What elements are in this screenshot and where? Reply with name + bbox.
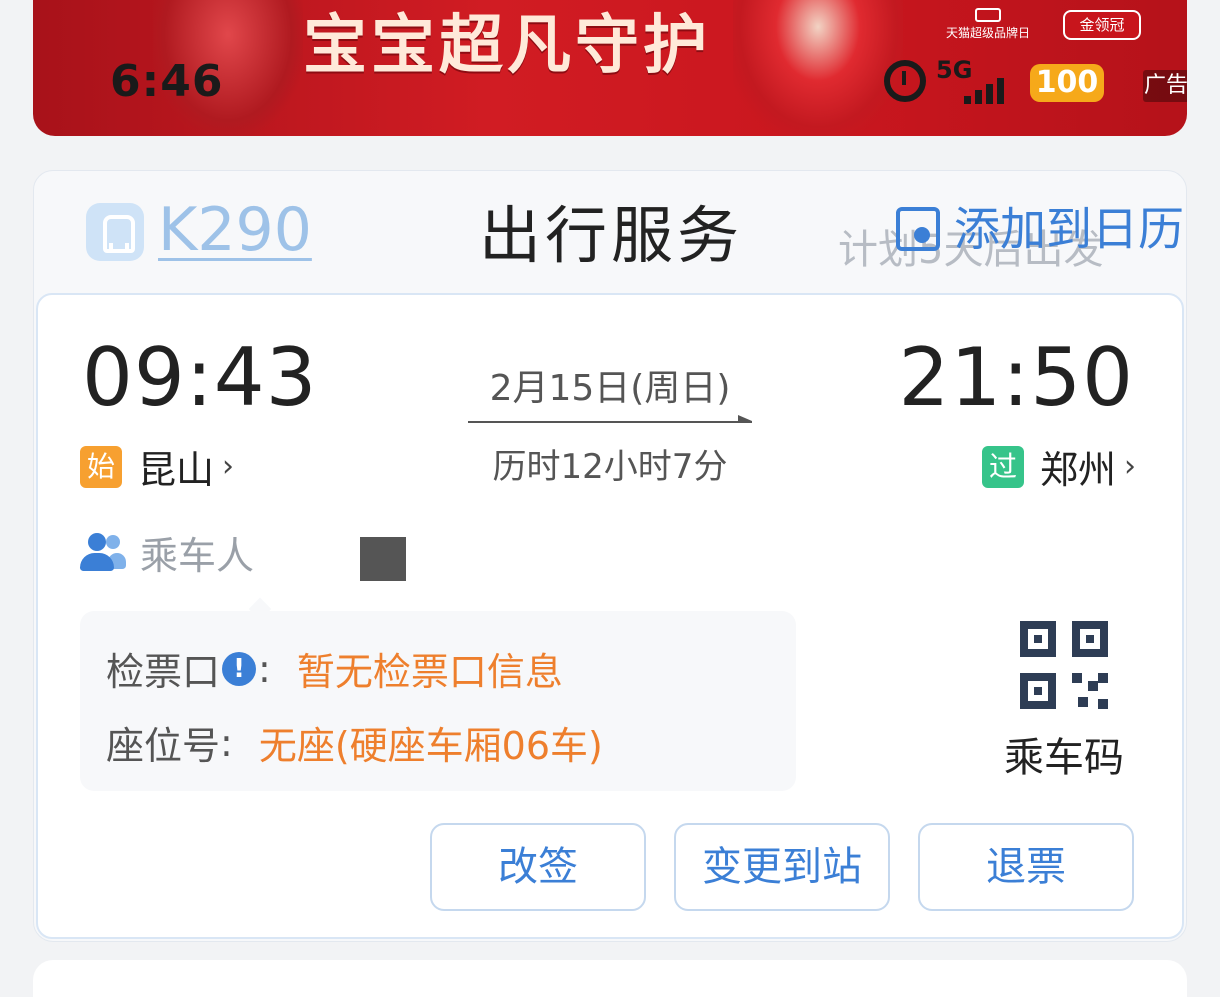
banner-figure-right bbox=[733, 0, 903, 136]
chevron-right-icon: › bbox=[1124, 449, 1136, 484]
seat-row: 座位号 : 无座(硬座车厢06车) bbox=[106, 715, 603, 770]
start-tag: 始 bbox=[80, 445, 122, 488]
banner-brand-jlg: 金领冠 bbox=[1063, 10, 1141, 40]
chevron-right-icon: › bbox=[222, 449, 235, 484]
boarding-code-button[interactable]: 乘车码 bbox=[996, 621, 1132, 783]
trip-date: 2月15日(周日) bbox=[489, 368, 731, 409]
alarm-icon bbox=[884, 60, 926, 102]
calendar-icon bbox=[896, 207, 940, 251]
change-ticket-button[interactable]: 改签 bbox=[430, 823, 646, 911]
add-to-calendar-label: 添加到日历 bbox=[954, 202, 1184, 256]
info-alert-icon[interactable]: ! bbox=[222, 651, 257, 686]
departure-station[interactable]: 始 昆山 › bbox=[80, 439, 234, 494]
tmall-logo-icon bbox=[975, 8, 1001, 22]
banner-brand-tmall: 天猫超级品牌日 bbox=[943, 8, 1033, 40]
arrival-time: 21:50 bbox=[898, 331, 1134, 424]
seat-value: 无座(硬座车厢06车) bbox=[258, 724, 603, 768]
banner-brand-tmall-text: 天猫超级品牌日 bbox=[945, 26, 1030, 40]
banner-slogan: 宝宝超凡守护 bbox=[303, 9, 711, 83]
trip-card-header: K290 出行服务 计划5天后出发 添加到日历 bbox=[34, 171, 1186, 293]
seat-label: 座位号 bbox=[106, 724, 221, 768]
redaction-block bbox=[360, 537, 406, 581]
qr-code-icon bbox=[1020, 621, 1108, 709]
trip-middle-info: 2月15日(周日) 历时12小时7分 bbox=[468, 359, 752, 488]
ad-tag[interactable]: 广告 bbox=[1143, 70, 1187, 102]
seat-colon: : bbox=[220, 720, 233, 765]
trip-card: K290 出行服务 计划5天后出发 添加到日历 09:43 21:50 2月15… bbox=[33, 170, 1187, 942]
gate-row: 检票口 ! : 暂无检票口信息 bbox=[106, 641, 563, 696]
trip-duration: 历时12小时7分 bbox=[492, 447, 728, 487]
gate-label: 检票口 bbox=[106, 650, 221, 694]
ticket-details-panel: 检票口 ! : 暂无检票口信息 座位号 : 无座(硬座车厢06车) bbox=[80, 611, 796, 791]
change-destination-button[interactable]: 变更到站 bbox=[674, 823, 890, 911]
passenger-row: 乘车人 bbox=[80, 525, 254, 580]
status-time: 6:46 bbox=[110, 56, 224, 107]
battery-indicator: 100 bbox=[1030, 64, 1104, 102]
add-to-calendar-button[interactable]: 添加到日历 bbox=[896, 193, 1184, 259]
pass-tag: 过 bbox=[981, 445, 1024, 488]
passenger-icon bbox=[80, 532, 126, 573]
arrival-station[interactable]: 过 郑州 › bbox=[981, 439, 1136, 494]
ticket-panel: 09:43 21:50 2月15日(周日) 历时12小时7分 始 昆山 › 过 … bbox=[36, 293, 1184, 939]
departure-time: 09:43 bbox=[82, 331, 318, 424]
signal-icon bbox=[964, 76, 1014, 104]
refund-button[interactable]: 退票 bbox=[918, 823, 1134, 911]
boarding-code-label: 乘车码 bbox=[1004, 735, 1124, 781]
gate-colon: : bbox=[258, 646, 271, 691]
next-card bbox=[33, 960, 1187, 997]
arrival-station-name: 郑州 bbox=[1039, 448, 1116, 492]
passenger-label: 乘车人 bbox=[140, 534, 255, 578]
direction-arrow-icon bbox=[468, 415, 752, 433]
ticket-actions: 改签 变更到站 退票 bbox=[430, 823, 1134, 911]
gate-value: 暂无检票口信息 bbox=[296, 650, 563, 694]
departure-station-name: 昆山 bbox=[138, 448, 215, 492]
